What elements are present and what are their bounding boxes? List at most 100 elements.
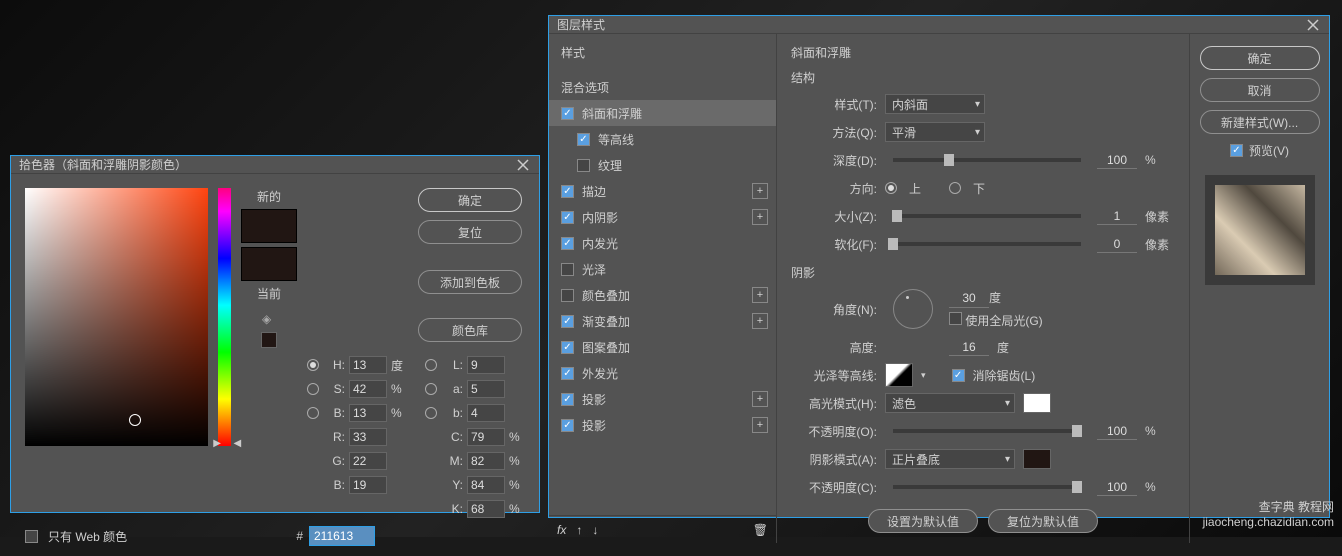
a-input[interactable] bbox=[467, 380, 505, 398]
picker-titlebar[interactable]: 拾色器（斜面和浮雕阴影颜色） bbox=[11, 156, 539, 174]
current-color-swatch[interactable] bbox=[241, 247, 297, 281]
b-input[interactable] bbox=[349, 404, 387, 422]
color-overlay-checkbox[interactable] bbox=[561, 289, 574, 302]
style-select[interactable]: 内斜面 bbox=[885, 94, 985, 114]
drop-shadow2-checkbox[interactable] bbox=[561, 419, 574, 432]
angle-dial[interactable] bbox=[893, 289, 933, 329]
y-input[interactable] bbox=[467, 476, 505, 494]
pattern-overlay-checkbox[interactable] bbox=[561, 341, 574, 354]
s-radio[interactable] bbox=[307, 383, 319, 395]
fx-label[interactable]: fx bbox=[557, 523, 566, 537]
satin-checkbox[interactable] bbox=[561, 263, 574, 276]
l-input[interactable] bbox=[467, 356, 505, 374]
highlight-opacity-input[interactable] bbox=[1097, 422, 1137, 440]
bevel-checkbox[interactable] bbox=[561, 107, 574, 120]
stroke-row[interactable]: 描边+ bbox=[549, 178, 776, 204]
cancel-button[interactable]: 取消 bbox=[1200, 78, 1320, 102]
highlight-color[interactable] bbox=[1023, 393, 1051, 413]
altitude-input[interactable] bbox=[949, 338, 989, 356]
close-icon[interactable] bbox=[515, 157, 531, 173]
bevel-row[interactable]: 斜面和浮雕 bbox=[549, 100, 776, 126]
ok-button[interactable]: 确定 bbox=[418, 188, 522, 212]
gloss-contour-picker[interactable] bbox=[885, 363, 913, 387]
antialias-checkbox[interactable] bbox=[952, 369, 965, 382]
texture-row[interactable]: 纹理 bbox=[549, 152, 776, 178]
add-icon[interactable]: + bbox=[752, 209, 768, 225]
new-style-button[interactable]: 新建样式(W)... bbox=[1200, 110, 1320, 134]
r-input[interactable] bbox=[349, 428, 387, 446]
global-light-checkbox[interactable] bbox=[949, 312, 962, 325]
reset-button[interactable]: 复位 bbox=[418, 220, 522, 244]
outer-glow-checkbox[interactable] bbox=[561, 367, 574, 380]
soften-slider[interactable] bbox=[893, 242, 1081, 246]
close-icon[interactable] bbox=[1305, 17, 1321, 33]
lb-radio[interactable] bbox=[425, 407, 437, 419]
dir-up-radio[interactable] bbox=[885, 182, 897, 194]
arrow-down-icon[interactable]: ↓ bbox=[592, 523, 598, 537]
add-swatch-button[interactable]: 添加到色板 bbox=[418, 270, 522, 294]
drop-shadow1-row[interactable]: 投影+ bbox=[549, 386, 776, 412]
reset-default-button[interactable]: 复位为默认值 bbox=[988, 509, 1098, 533]
highlight-opacity-slider[interactable] bbox=[893, 429, 1081, 433]
hue-slider[interactable]: ▶◀ bbox=[218, 188, 231, 446]
texture-checkbox[interactable] bbox=[577, 159, 590, 172]
m-input[interactable] bbox=[467, 452, 505, 470]
soften-input[interactable] bbox=[1097, 235, 1137, 253]
trash-icon[interactable]: 🗑 bbox=[753, 523, 768, 537]
arrow-up-icon[interactable]: ↑ bbox=[576, 523, 582, 537]
inner-shadow-row[interactable]: 内阴影+ bbox=[549, 204, 776, 230]
add-icon[interactable]: + bbox=[752, 313, 768, 329]
size-slider[interactable] bbox=[893, 214, 1081, 218]
b-radio[interactable] bbox=[307, 407, 319, 419]
contour-row[interactable]: 等高线 bbox=[549, 126, 776, 152]
c-input[interactable] bbox=[467, 428, 505, 446]
preview-checkbox[interactable] bbox=[1230, 144, 1243, 157]
g-input[interactable] bbox=[349, 452, 387, 470]
ok-button[interactable]: 确定 bbox=[1200, 46, 1320, 70]
blend-options-row[interactable]: 混合选项 bbox=[549, 74, 776, 100]
add-icon[interactable]: + bbox=[752, 391, 768, 407]
dir-down-radio[interactable] bbox=[949, 182, 961, 194]
depth-slider[interactable] bbox=[893, 158, 1081, 162]
b2-input[interactable] bbox=[349, 476, 387, 494]
web-only-checkbox[interactable] bbox=[25, 530, 38, 543]
gradient-overlay-checkbox[interactable] bbox=[561, 315, 574, 328]
h-input[interactable] bbox=[349, 356, 387, 374]
shadow-opacity-input[interactable] bbox=[1097, 478, 1137, 496]
drop-shadow2-row[interactable]: 投影+ bbox=[549, 412, 776, 438]
contour-checkbox[interactable] bbox=[577, 133, 590, 146]
new-color-swatch[interactable] bbox=[241, 209, 297, 243]
inner-shadow-checkbox[interactable] bbox=[561, 211, 574, 224]
h-radio[interactable] bbox=[307, 359, 319, 371]
inner-glow-row[interactable]: 内发光 bbox=[549, 230, 776, 256]
shadow-opacity-slider[interactable] bbox=[893, 485, 1081, 489]
shadow-mode-select[interactable]: 正片叠底 bbox=[885, 449, 1015, 469]
hex-input[interactable] bbox=[309, 526, 375, 546]
saturation-value-field[interactable] bbox=[25, 188, 208, 446]
a-radio[interactable] bbox=[425, 383, 437, 395]
add-icon[interactable]: + bbox=[752, 417, 768, 433]
shadow-color[interactable] bbox=[1023, 449, 1051, 469]
size-input[interactable] bbox=[1097, 207, 1137, 225]
k-input[interactable] bbox=[467, 500, 505, 518]
lb-input[interactable] bbox=[467, 404, 505, 422]
s-input[interactable] bbox=[349, 380, 387, 398]
gradient-overlay-row[interactable]: 渐变叠加+ bbox=[549, 308, 776, 334]
technique-select[interactable]: 平滑 bbox=[885, 122, 985, 142]
layer-titlebar[interactable]: 图层样式 bbox=[549, 16, 1329, 34]
color-libraries-button[interactable]: 颜色库 bbox=[418, 318, 522, 342]
pattern-overlay-row[interactable]: 图案叠加 bbox=[549, 334, 776, 360]
highlight-mode-select[interactable]: 滤色 bbox=[885, 393, 1015, 413]
outer-glow-row[interactable]: 外发光 bbox=[549, 360, 776, 386]
color-overlay-row[interactable]: 颜色叠加+ bbox=[549, 282, 776, 308]
add-icon[interactable]: + bbox=[752, 287, 768, 303]
drop-shadow1-checkbox[interactable] bbox=[561, 393, 574, 406]
angle-input[interactable] bbox=[949, 290, 989, 308]
gamut-warning-icon[interactable] bbox=[261, 332, 277, 348]
depth-input[interactable] bbox=[1097, 151, 1137, 169]
inner-glow-checkbox[interactable] bbox=[561, 237, 574, 250]
stroke-checkbox[interactable] bbox=[561, 185, 574, 198]
l-radio[interactable] bbox=[425, 359, 437, 371]
satin-row[interactable]: 光泽 bbox=[549, 256, 776, 282]
make-default-button[interactable]: 设置为默认值 bbox=[868, 509, 978, 533]
